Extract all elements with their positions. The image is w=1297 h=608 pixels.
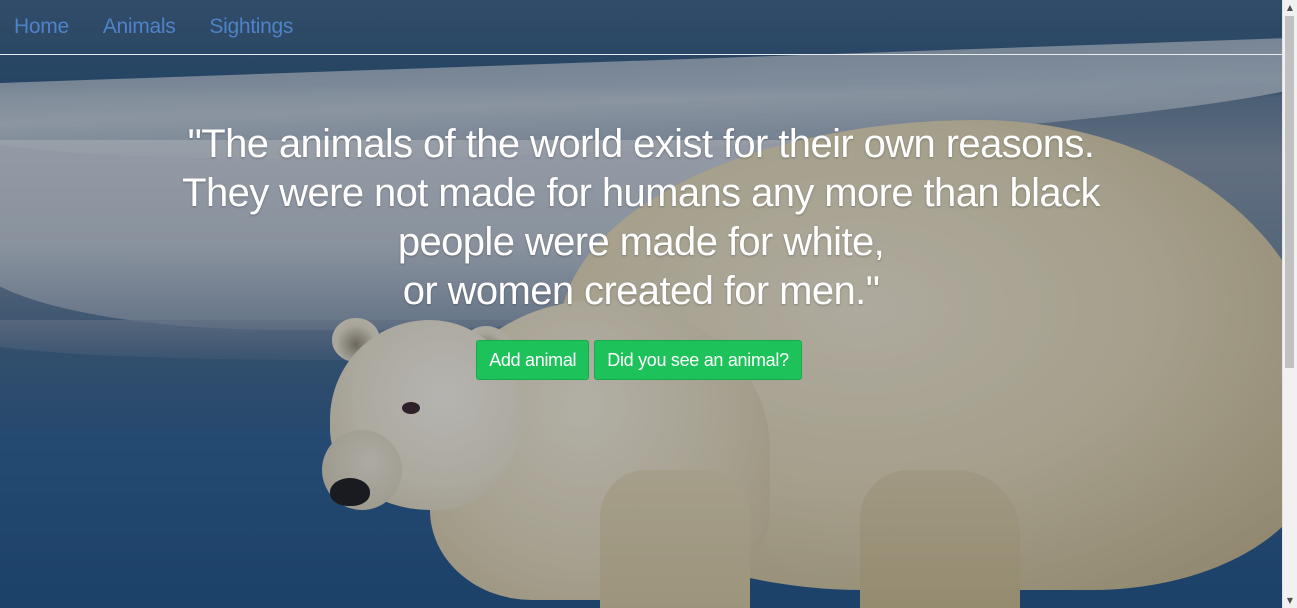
quote-line: They were not made for humans any more t… [182,171,1100,215]
add-animal-button[interactable]: Add animal [476,340,590,380]
report-sighting-button[interactable]: Did you see an animal? [594,340,802,380]
hero-section: "The animals of the world exist for thei… [0,120,1282,380]
arrow-up-icon[interactable]: ▲ [1283,0,1297,15]
nav-sightings-link[interactable]: Sightings [209,15,293,39]
quote-line: or women created for men." [402,269,880,313]
scrollbar-thumb[interactable] [1285,16,1294,368]
vertical-scrollbar[interactable]: ▲ ▼ [1282,0,1297,608]
quote-line: people were made for white, [397,220,885,264]
top-navbar: Home Animals Sightings [0,0,1282,55]
nav-home-link[interactable]: Home [14,15,69,39]
hero-actions: Add animal Did you see an animal? [0,340,1280,380]
quote-line: "The animals of the world exist for thei… [187,122,1095,166]
hero-quote: "The animals of the world exist for thei… [171,120,1111,316]
nav-animals-link[interactable]: Animals [103,15,176,39]
page-viewport: Home Animals Sightings "The animals of t… [0,0,1282,608]
arrow-down-icon[interactable]: ▼ [1283,593,1297,608]
